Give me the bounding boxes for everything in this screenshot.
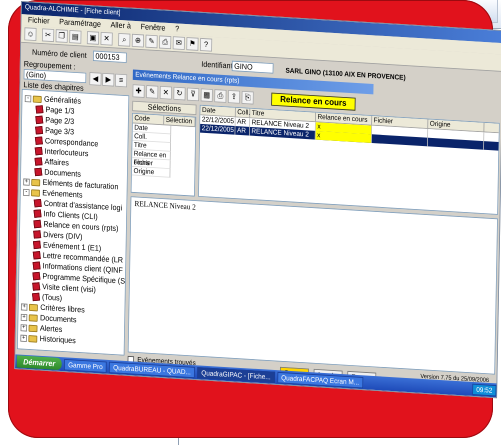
chapter-tree[interactable]: - Généralités Page 1/3 Page 2/3 Page 3/3 Corr… xyxy=(16,88,130,356)
red-frame: Quadra-ALCHIMIE - [Fiche client] Fichier… xyxy=(8,0,501,438)
page-icon xyxy=(32,292,41,302)
tree-item[interactable]: + Historiques xyxy=(20,332,76,346)
cell-date: 22/12/2005 xyxy=(200,123,236,135)
folder-icon xyxy=(31,188,41,197)
task-quadrabureau[interactable]: QuadraBUREAU - QUAD... xyxy=(109,361,195,378)
page-icon xyxy=(32,240,41,250)
toolbar-help-icon[interactable]: ? xyxy=(199,37,213,52)
toolbar-search-icon[interactable]: ⌕ xyxy=(118,32,131,47)
expand-icon[interactable]: + xyxy=(20,313,28,321)
nav-first-icon[interactable]: ◀ xyxy=(89,72,102,86)
cell-coll: AR xyxy=(235,126,250,136)
menu-item-2[interactable]: Aller à xyxy=(110,20,131,31)
page-icon xyxy=(35,105,44,114)
print-event-icon[interactable]: ⎙ xyxy=(214,88,227,103)
page-icon xyxy=(32,261,41,271)
attach-icon[interactable]: ⎘ xyxy=(241,90,254,105)
toolbar-user-icon[interactable]: ☺ xyxy=(24,27,37,42)
folder-icon xyxy=(28,313,38,322)
tree-item-label: Historiques xyxy=(39,334,76,345)
col-coll[interactable]: Coll. xyxy=(235,107,250,118)
toolbar-cut-icon[interactable]: ✂ xyxy=(41,28,55,43)
new-event-icon[interactable]: ✚ xyxy=(132,83,145,98)
identifiant-field[interactable]: GINO xyxy=(231,60,274,74)
selections-header-selection: Sélection xyxy=(164,115,196,127)
toolbar-close-icon[interactable]: ✕ xyxy=(100,31,113,46)
toolbar-edit-icon[interactable]: ✎ xyxy=(145,34,158,49)
selections-list[interactable]: Code Sélection Date Coll. Titre Relance en … xyxy=(130,112,197,197)
toolbar-print-icon[interactable]: ⎙ xyxy=(159,35,172,50)
page-icon xyxy=(34,157,43,166)
client-number-field[interactable]: 000153 xyxy=(92,50,127,64)
task-gamme-pro[interactable]: Gamme Pro xyxy=(64,358,107,373)
toolbar-save-icon[interactable]: ▣ xyxy=(86,31,100,45)
grid-view-icon[interactable]: ▦ xyxy=(200,87,213,102)
events-table[interactable]: Date Coll. Titre Relance en cours Fichie… xyxy=(198,104,500,215)
menu-item-3[interactable]: Fenêtre xyxy=(141,22,166,33)
start-button[interactable]: Démarrer xyxy=(16,355,62,371)
page-icon xyxy=(34,146,43,156)
folder-icon xyxy=(32,95,42,103)
toolbar-zoom-icon[interactable]: ⊕ xyxy=(131,33,145,48)
nav-next-icon[interactable]: ▶ xyxy=(102,72,115,87)
folder-icon xyxy=(31,178,41,187)
nav-list-icon[interactable]: ≡ xyxy=(114,73,128,88)
identifiant-label: Identifiant xyxy=(201,59,233,71)
page-icon xyxy=(32,271,41,281)
refresh-icon[interactable]: ↻ xyxy=(173,86,186,101)
expand-icon[interactable]: + xyxy=(20,303,28,311)
edit-event-icon[interactable]: ✎ xyxy=(146,84,159,99)
page-icon xyxy=(35,126,44,135)
page-icon xyxy=(35,115,44,125)
toolbar-separator xyxy=(83,31,86,44)
menu-item-0[interactable]: Fichier xyxy=(28,15,50,26)
toolbar-mail-icon[interactable]: ✉ xyxy=(172,36,185,51)
expand-icon[interactable]: + xyxy=(23,178,30,186)
menu-item-4[interactable]: ? xyxy=(175,24,179,34)
clock: 09:52 xyxy=(472,383,497,397)
toolbar-separator xyxy=(114,33,117,46)
delete-event-icon[interactable]: ✕ xyxy=(159,85,172,100)
page-icon xyxy=(33,219,42,229)
folder-icon xyxy=(28,324,38,332)
events-panel: Evénements Relance en cours (rpts) ✚ ✎ ✕… xyxy=(127,69,501,378)
page-icon xyxy=(33,209,42,218)
collapse-icon[interactable]: - xyxy=(23,188,30,196)
client-number-label: Numéro de client xyxy=(32,47,87,60)
event-memo[interactable]: RELANCE Niveau 2 xyxy=(127,196,498,375)
page-icon xyxy=(34,136,43,146)
page-icon xyxy=(32,251,41,260)
page-icon xyxy=(34,167,43,177)
toolbar-separator xyxy=(38,28,41,41)
page-icon xyxy=(33,199,42,208)
task-quadragipac[interactable]: QuadraGIPAC - [Fiche... xyxy=(197,366,275,383)
folder-icon xyxy=(28,303,38,312)
tree-item-label: (Tous) xyxy=(41,292,63,303)
tree-item-label: Alertes xyxy=(39,323,63,334)
expand-icon[interactable]: + xyxy=(20,334,27,342)
application-window: Quadra-ALCHIMIE - [Fiche client] Fichier… xyxy=(14,1,501,399)
selection-row[interactable]: Origine xyxy=(131,166,171,178)
toolbar-copy-icon[interactable]: ❐ xyxy=(55,29,68,43)
folder-icon xyxy=(28,334,38,343)
relance-badge: Relance en cours xyxy=(271,92,356,111)
page-icon xyxy=(32,282,41,291)
expand-icon[interactable]: + xyxy=(20,323,28,332)
collapse-icon[interactable]: - xyxy=(24,94,32,103)
filter-icon[interactable]: ⊽ xyxy=(186,87,200,101)
toolbar-flag-icon[interactable]: ⚑ xyxy=(186,37,199,51)
export-icon[interactable]: ⇪ xyxy=(227,89,241,104)
toolbar-paste-icon[interactable]: ▤ xyxy=(69,29,82,44)
task-quadrafacpaq[interactable]: QuadraFACPAQ Ecran M... xyxy=(277,371,364,388)
page-icon xyxy=(33,230,42,239)
tree-item-label: Affaires xyxy=(44,157,69,168)
